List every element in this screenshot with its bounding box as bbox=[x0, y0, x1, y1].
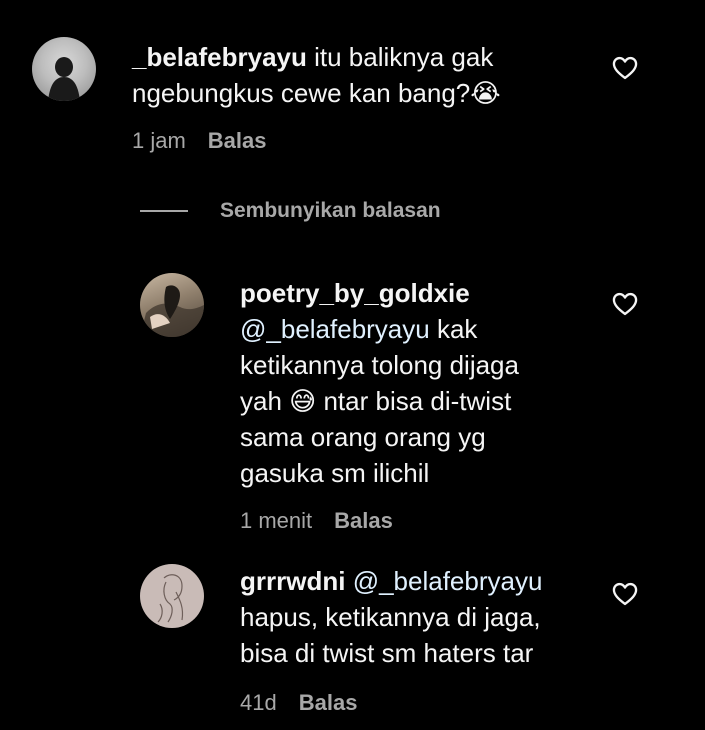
reply-text-line3: yah 😅 ntar bisa di-twist bbox=[240, 386, 512, 416]
avatar-silhouette bbox=[48, 57, 80, 101]
heart-icon[interactable] bbox=[611, 580, 639, 608]
avatar-poetry-by-goldxie[interactable] bbox=[140, 273, 204, 337]
comment-text-line1: itu baliknya gak bbox=[306, 42, 494, 72]
reply-text-line3: bisa di twist sm haters tar bbox=[240, 638, 534, 668]
reply-text: poetry_by_goldxie @_belafebryayu kak ket… bbox=[240, 275, 600, 491]
reply-meta: 1 menit Balas bbox=[240, 508, 393, 534]
comment-text-line2: ngebungkus cewe kan bang?😭 bbox=[132, 78, 501, 108]
hide-replies-label: Sembunyikan balasan bbox=[220, 199, 441, 222]
reply-username[interactable]: grrrwdni bbox=[240, 566, 345, 596]
reply-timestamp: 41d bbox=[240, 690, 277, 715]
reply-text-line5: gasuka sm ilichil bbox=[240, 458, 430, 488]
hide-replies-divider bbox=[140, 210, 188, 212]
avatar-sketch bbox=[157, 574, 184, 623]
reply-mention-link[interactable]: @_belafebryayu bbox=[353, 566, 543, 596]
heart-icon[interactable] bbox=[611, 290, 639, 318]
comment-timestamp: 1 jam bbox=[132, 128, 186, 153]
reply-text-line2: hapus, ketikannya di jaga, bbox=[240, 602, 541, 632]
reply-mention-link[interactable]: @_belafebryayu bbox=[240, 314, 430, 344]
reply-text: grrrwdni @_belafebryayu hapus, ketikanny… bbox=[240, 563, 600, 671]
reply-text-line1: kak bbox=[429, 314, 478, 344]
heart-icon[interactable] bbox=[611, 54, 639, 82]
avatar-grrrwdni[interactable] bbox=[140, 564, 204, 628]
reply-button[interactable]: Balas bbox=[299, 690, 358, 715]
avatar-belafebryayu[interactable] bbox=[32, 37, 96, 101]
reply-username[interactable]: poetry_by_goldxie bbox=[240, 278, 470, 308]
hide-replies-button[interactable]: Sembunyikan balasan bbox=[140, 196, 441, 226]
avatar-photo bbox=[140, 285, 204, 337]
comment-text: _belafebryayu itu baliknya gak ngebungku… bbox=[132, 39, 572, 111]
reply-button[interactable]: Balas bbox=[334, 508, 393, 533]
reply-text-line4: sama orang orang yg bbox=[240, 422, 486, 452]
reply-text-line2: ketikannya tolong dijaga bbox=[240, 350, 519, 380]
reply-meta: 41d Balas bbox=[240, 690, 357, 716]
reply-button[interactable]: Balas bbox=[208, 128, 267, 153]
reply-timestamp: 1 menit bbox=[240, 508, 313, 533]
comment-meta: 1 jam Balas bbox=[132, 128, 267, 154]
comment-username[interactable]: _belafebryayu bbox=[132, 42, 307, 72]
